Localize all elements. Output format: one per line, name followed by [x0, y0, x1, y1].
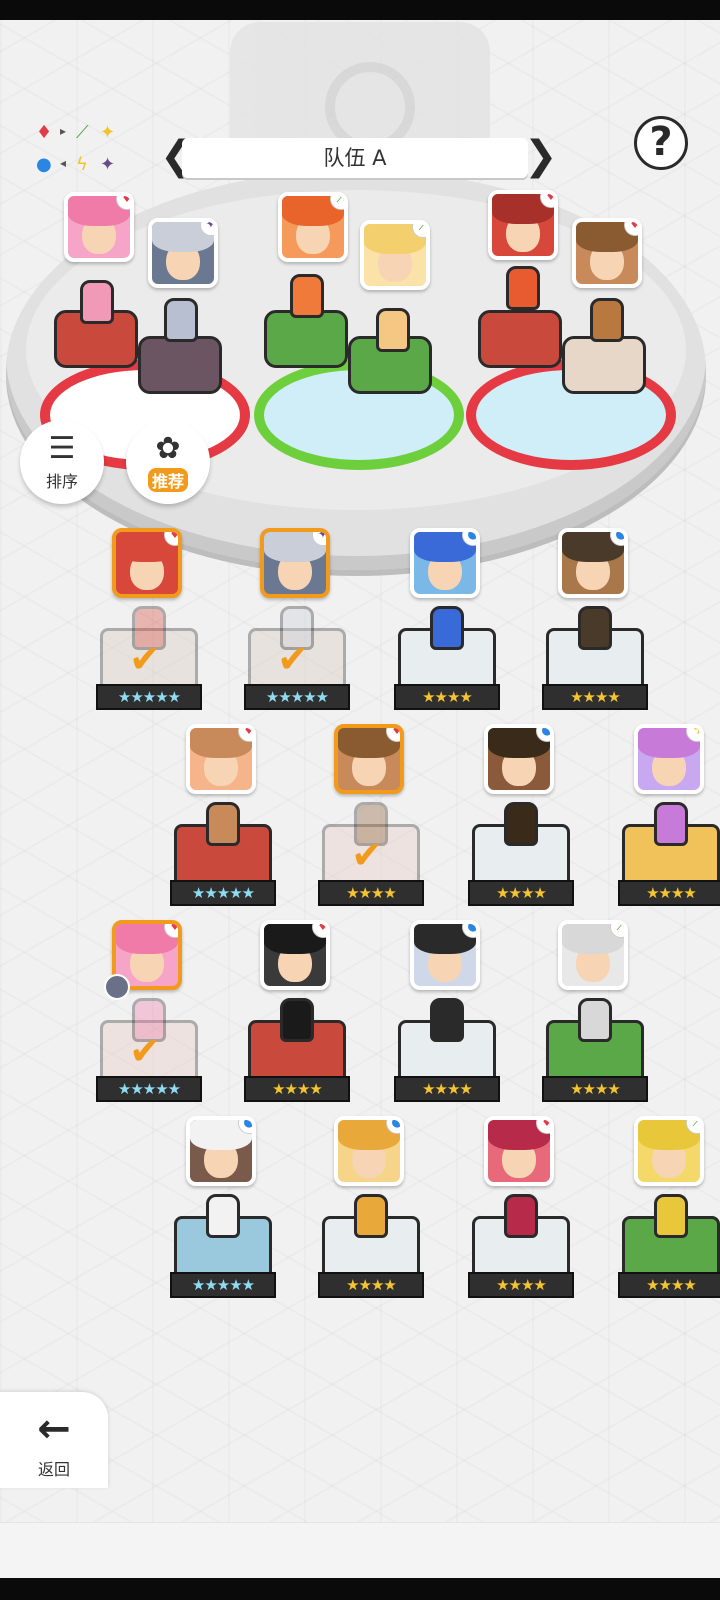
stage-character-sprite[interactable]	[376, 308, 410, 352]
stage-portrait[interactable]: ♦	[488, 190, 558, 260]
stage-character-sprite[interactable]	[164, 298, 198, 342]
roster-character-sprite	[206, 1194, 240, 1238]
stage-character-sprite[interactable]	[290, 274, 324, 318]
thunder-element-icon: ϟ	[76, 154, 88, 175]
status-bar	[0, 0, 720, 20]
star-rating: ★★★★	[394, 1076, 500, 1102]
selected-check-icon: ✔	[129, 1029, 161, 1073]
roster-portrait[interactable]: ♦	[334, 724, 404, 794]
roster-portrait[interactable]: ⟋	[558, 920, 628, 990]
star-rating: ★★★★	[542, 1076, 648, 1102]
water-element-icon: ●	[36, 154, 52, 175]
arrow-icon: ▸	[60, 124, 67, 138]
team-name: 队伍 A	[182, 138, 528, 178]
star-rating: ★★★★	[318, 1272, 424, 1298]
roster-character-sprite	[430, 998, 464, 1042]
dark-element-icon: ✦	[100, 154, 116, 175]
roster-portrait[interactable]: ϟ	[634, 724, 704, 794]
roster-character-sprite	[430, 606, 464, 650]
back-label: 返回	[37, 1460, 70, 1479]
roster-character-sprite	[280, 998, 314, 1042]
roster-portrait[interactable]: ♦	[484, 1116, 554, 1186]
roster-character-sprite	[578, 606, 612, 650]
stage-portrait[interactable]: ♦	[64, 192, 134, 262]
stage-character-sprite[interactable]	[590, 298, 624, 342]
roster-character-sprite	[654, 802, 688, 846]
star-rating: ★★★★	[318, 880, 424, 906]
star-rating: ★★★★★	[96, 1076, 202, 1102]
fire-element-icon: ♦	[36, 122, 53, 143]
roster-portrait[interactable]: ✦	[260, 528, 330, 598]
roster-portrait[interactable]: ●	[410, 528, 480, 598]
star-rating: ★★★★	[394, 684, 500, 710]
stage-plinth	[478, 310, 562, 368]
stage-portrait[interactable]: ♦	[572, 218, 642, 288]
roster-portrait[interactable]: ⟋	[634, 1116, 704, 1186]
star-rating: ★★★★	[244, 1076, 350, 1102]
sort-icon: ☰	[48, 431, 76, 466]
selected-check-icon: ✔	[351, 833, 383, 877]
back-arrow-icon: ←	[37, 1406, 71, 1452]
stage-portrait[interactable]: ⟋	[360, 220, 430, 290]
star-rating: ★★★★★	[96, 684, 202, 710]
roster-portrait[interactable]: ●	[410, 920, 480, 990]
roster-character-sprite	[504, 802, 538, 846]
arrow-icon: ◂	[60, 156, 67, 170]
stage-character-sprite[interactable]	[80, 280, 114, 324]
selected-check-icon: ✔	[129, 637, 161, 681]
roster-portrait[interactable]: ♦	[112, 528, 182, 598]
roster-character-sprite	[654, 1194, 688, 1238]
roster-character-sprite	[504, 1194, 538, 1238]
team-edit-screen: ♦ ✦ ⟋ ⟋ ♦ ♦ ♦ ▸ ⟋ ✦ ● ◂ ϟ ✦ ❮ 队伍 A ❯ ? ☰…	[0, 0, 720, 1600]
light-element-icon: ✦	[100, 122, 116, 143]
sort-label: 排序	[45, 472, 78, 491]
stage-portrait[interactable]: ✦	[148, 218, 218, 288]
stage-portrait[interactable]: ⟋	[278, 192, 348, 262]
roster-portrait[interactable]: ●	[558, 528, 628, 598]
element-advantage-chart[interactable]: ♦ ▸ ⟋ ✦ ● ◂ ϟ ✦	[32, 122, 132, 184]
star-rating: ★★★★	[542, 684, 648, 710]
team-selector: ❮ 队伍 A ❯	[160, 136, 558, 180]
recommend-icon: ✿	[155, 431, 181, 466]
stage-plinth	[138, 336, 222, 394]
roster-portrait[interactable]: ♦	[260, 920, 330, 990]
star-rating: ★★★★★	[170, 880, 276, 906]
stage-character-sprite[interactable]	[506, 266, 540, 310]
star-rating: ★★★★	[618, 880, 720, 906]
next-team-button[interactable]: ❯	[524, 136, 558, 180]
sort-button[interactable]: ☰ 排序	[20, 420, 104, 504]
stage-plinth	[562, 336, 646, 394]
roster-portrait[interactable]: ♦	[186, 724, 256, 794]
back-button[interactable]: ← 返回	[0, 1392, 108, 1488]
star-rating: ★★★★★	[244, 684, 350, 710]
roster-character-sprite	[206, 802, 240, 846]
system-nav-bar	[0, 1578, 720, 1600]
roster-character-sprite	[578, 998, 612, 1042]
roster-portrait[interactable]: ●	[484, 724, 554, 794]
selected-check-icon: ✔	[277, 637, 309, 681]
help-button[interactable]: ?	[634, 116, 688, 170]
roster-character-sprite	[354, 1194, 388, 1238]
roster-portrait[interactable]: ●	[334, 1116, 404, 1186]
recommend-label: 推荐	[147, 468, 188, 492]
star-rating: ★★★★	[618, 1272, 720, 1298]
wind-element-icon: ⟋	[76, 122, 89, 143]
roster-portrait[interactable]: ●	[186, 1116, 256, 1186]
stage-plinth	[264, 310, 348, 368]
lock-icon	[104, 974, 130, 1000]
recommend-button[interactable]: ✿ 推荐	[126, 420, 210, 504]
star-rating: ★★★★★	[170, 1272, 276, 1298]
star-rating: ★★★★	[468, 880, 574, 906]
star-rating: ★★★★	[468, 1272, 574, 1298]
bottom-strip	[0, 1522, 720, 1578]
